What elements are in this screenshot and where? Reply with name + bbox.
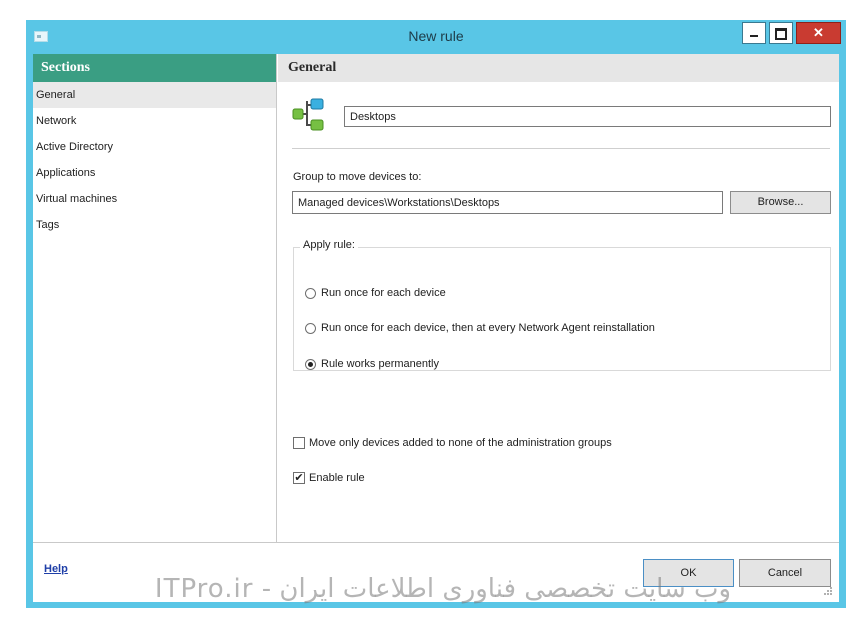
enable-rule-label: Enable rule [309,472,365,484]
maximize-button[interactable] [769,22,793,44]
sidebar-item-tags[interactable]: Tags [33,212,276,238]
sidebar-item-network[interactable]: Network [33,108,276,134]
radio-button-selected[interactable] [305,358,316,370]
apply-rule-legend: Apply rule: [300,239,358,251]
dialog-client-area: Sections General Network Active Director… [33,54,839,602]
resize-grip-icon[interactable] [823,586,833,596]
move-only-option[interactable]: Move only devices added to none of the a… [293,435,612,451]
general-section: General Group to move devices to: Browse… [278,54,839,542]
sidebar-header: Sections [33,54,276,82]
move-only-label: Move only devices added to none of the a… [309,437,612,449]
sidebar-item-active-directory[interactable]: Active Directory [33,134,276,160]
group-path-input[interactable] [292,191,723,214]
watermark: وب سایت تخصصی فناوری اطلاعات ایران - ITP… [154,574,732,604]
minimize-button[interactable] [742,22,766,44]
radio-permanently[interactable]: Rule works permanently [305,356,439,372]
divider [292,148,830,149]
radio-button[interactable] [305,322,316,334]
help-link[interactable]: Help [44,563,68,575]
new-rule-dialog: New rule ✕ Sections General Network Acti… [26,20,846,608]
window-title: New rule [408,28,464,44]
radio-run-once-reinstall[interactable]: Run once for each device, then at every … [305,320,655,336]
title-bar[interactable]: New rule ✕ [26,20,846,54]
move-only-checkbox[interactable] [293,437,305,449]
rule-name-input[interactable] [344,106,831,127]
enable-rule-option[interactable]: ✔ Enable rule [293,470,365,486]
browse-button[interactable]: Browse... [730,191,831,214]
section-title: General [278,54,839,82]
sections-sidebar: Sections General Network Active Director… [33,54,277,542]
radio-run-once[interactable]: Run once for each device [305,285,446,301]
apply-rule-group [293,247,831,371]
minimize-icon [750,35,758,37]
checkmark-icon: ✔ [294,472,304,484]
sidebar-item-applications[interactable]: Applications [33,160,276,186]
close-icon: ✕ [813,25,824,40]
radio-label: Run once for each device, then at every … [321,322,655,334]
enable-rule-checkbox[interactable]: ✔ [293,472,305,484]
maximize-icon [775,28,787,40]
radio-button[interactable] [305,287,316,299]
radio-label: Rule works permanently [321,358,439,370]
sidebar-item-virtual-machines[interactable]: Virtual machines [33,186,276,212]
radio-label: Run once for each device [321,287,446,299]
device-group-icon [292,98,324,131]
close-button[interactable]: ✕ [796,22,841,44]
sidebar-item-general[interactable]: General [33,82,276,108]
group-label: Group to move devices to: [293,171,422,183]
